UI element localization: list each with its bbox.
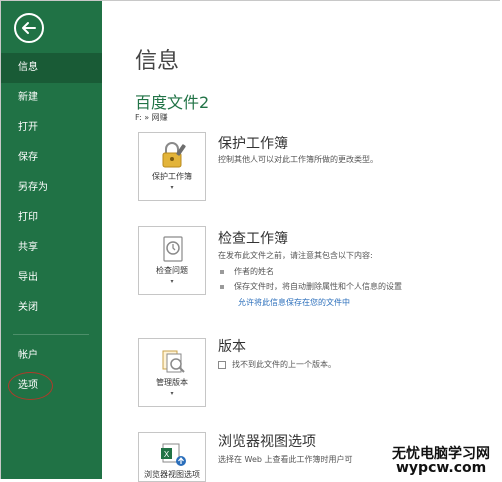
sidebar-item-open[interactable]: 打开 bbox=[1, 113, 102, 143]
tile-label: 检查问题 bbox=[156, 266, 188, 275]
inspect-document-icon bbox=[163, 236, 183, 262]
sidebar-item-close[interactable]: 关闭 bbox=[1, 293, 102, 323]
bullet-icon bbox=[220, 284, 224, 289]
excel-browser-icon: X bbox=[161, 443, 186, 466]
sidebar-item-export[interactable]: 导出 bbox=[1, 263, 102, 293]
section-title: 浏览器视图选项 bbox=[218, 434, 316, 450]
protect-workbook-button[interactable]: 保护工作簿 ▾ bbox=[138, 132, 206, 201]
bullet-icon bbox=[220, 269, 224, 274]
section-title: 保护工作簿 bbox=[218, 136, 288, 152]
allow-save-info-link[interactable]: 允许将此信息保存在您的文件中 bbox=[238, 297, 350, 308]
dropdown-caret-icon: ▾ bbox=[170, 390, 174, 397]
info-panel: 信息 百度文件2 F: » 网赚 保护工作簿 ▾ 保护工作簿 控制其他人可以对此… bbox=[102, 1, 500, 482]
page-title: 信息 bbox=[135, 49, 180, 74]
sidebar-item-label: 另存为 bbox=[18, 182, 48, 193]
backstage-sidebar: 信息 新建 打开 保存 另存为 打印 共享 导出 关闭 帐户 选项 bbox=[1, 1, 102, 479]
sidebar-item-label: 打印 bbox=[18, 212, 38, 223]
document-name: 百度文件2 bbox=[135, 93, 210, 112]
sidebar-item-label: 共享 bbox=[18, 242, 38, 253]
sidebar-item-label: 导出 bbox=[18, 272, 38, 283]
svg-text:X: X bbox=[164, 450, 170, 459]
section-description: 控制其他人可以对此工作簿所做的更改类型。 bbox=[218, 155, 378, 164]
back-arrow-icon bbox=[22, 22, 36, 34]
annotation-circle bbox=[8, 372, 53, 400]
sidebar-item-label: 帐户 bbox=[18, 350, 38, 361]
back-button[interactable] bbox=[14, 13, 44, 43]
browser-view-options-button[interactable]: X 浏览器视图选项 bbox=[138, 432, 206, 482]
list-item: 保存文件时，将自动删除属性和个人信息的设置 bbox=[220, 281, 402, 292]
sidebar-item-label: 打开 bbox=[18, 122, 38, 133]
watermark: 无忧电脑学习网 wypcw.com bbox=[388, 442, 500, 478]
sidebar-item-share[interactable]: 共享 bbox=[1, 233, 102, 263]
dropdown-caret-icon: ▾ bbox=[170, 278, 174, 285]
section-description: 在发布此文件之前，请注意其包含以下内容: bbox=[218, 251, 373, 260]
sidebar-item-new[interactable]: 新建 bbox=[1, 83, 102, 113]
manage-versions-button[interactable]: 管理版本 ▾ bbox=[138, 338, 206, 407]
sidebar-item-save[interactable]: 保存 bbox=[1, 143, 102, 173]
dropdown-caret-icon: ▾ bbox=[170, 184, 174, 191]
list-item: 作者的姓名 bbox=[220, 266, 274, 277]
manage-versions-icon bbox=[162, 350, 185, 373]
tile-label: 管理版本 bbox=[156, 378, 188, 387]
sidebar-item-account[interactable]: 帐户 bbox=[1, 341, 102, 371]
tile-label: 浏览器视图选项 bbox=[144, 470, 200, 479]
section-description: 选择在 Web 上查看此工作簿时用户可 bbox=[218, 455, 353, 464]
sidebar-item-label: 信息 bbox=[18, 62, 38, 73]
sidebar-item-info[interactable]: 信息 bbox=[1, 53, 102, 83]
section-title: 版本 bbox=[218, 339, 246, 355]
watermark-line2: wypcw.com bbox=[396, 460, 487, 476]
sidebar-item-print[interactable]: 打印 bbox=[1, 203, 102, 233]
document-path[interactable]: F: » 网赚 bbox=[135, 112, 168, 123]
sidebar-item-label: 保存 bbox=[18, 152, 38, 163]
lock-key-icon bbox=[162, 142, 186, 168]
check-issues-button[interactable]: 检查问题 ▾ bbox=[138, 226, 206, 295]
tile-label: 保护工作簿 bbox=[152, 172, 192, 181]
section-description: 找不到此文件的上一个版本。 bbox=[218, 359, 336, 370]
sidebar-divider bbox=[13, 334, 89, 335]
sidebar-item-save-as[interactable]: 另存为 bbox=[1, 173, 102, 203]
section-title: 检查工作簿 bbox=[218, 231, 288, 247]
version-icon bbox=[218, 360, 226, 369]
sidebar-item-label: 关闭 bbox=[18, 302, 38, 313]
sidebar-item-label: 新建 bbox=[18, 92, 38, 103]
